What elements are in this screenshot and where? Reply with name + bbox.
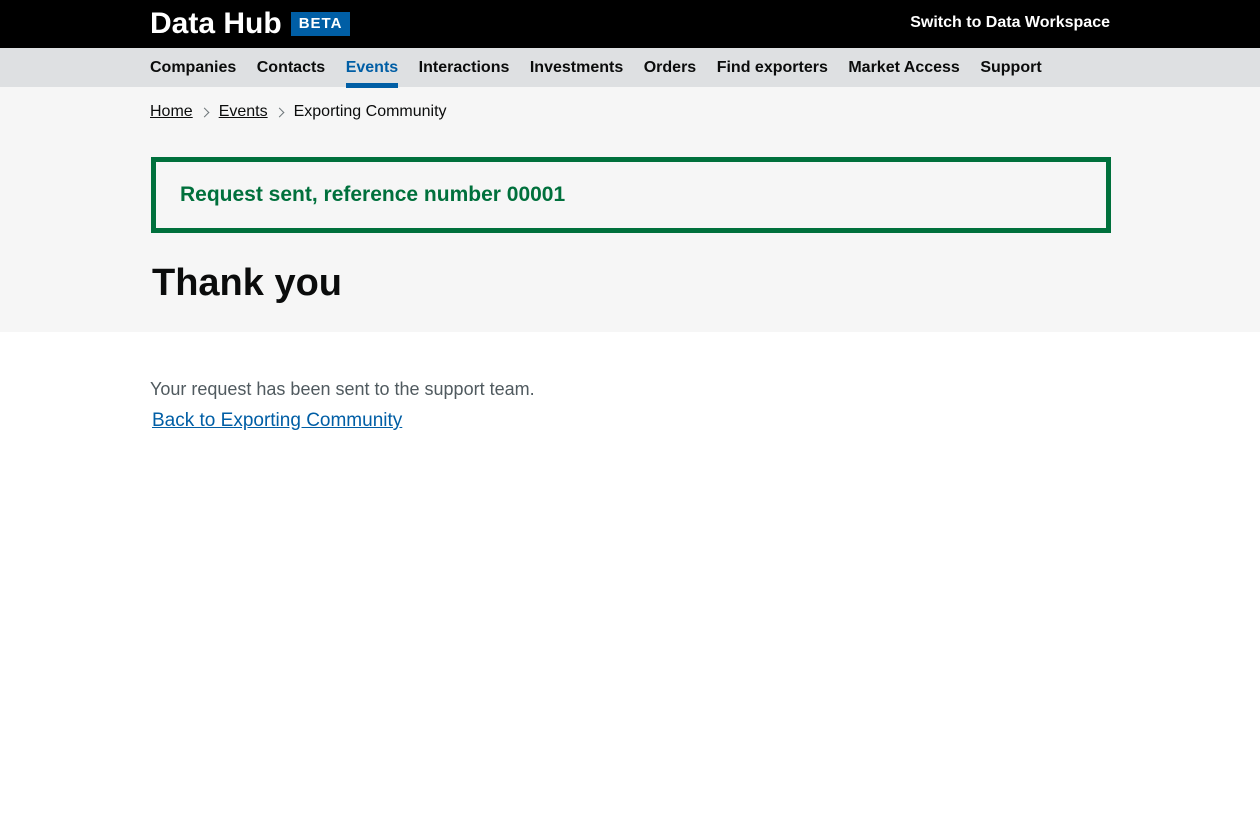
chevron-right-icon	[199, 107, 210, 117]
breadcrumb-events-link[interactable]: Events	[219, 103, 268, 121]
breadcrumb-home-link[interactable]: Home	[150, 103, 193, 121]
main-nav: Companies Contacts Events Interactions I…	[0, 48, 1260, 88]
site-header: Data Hub BETA Switch to Data Workspace	[0, 0, 1260, 48]
back-link[interactable]: Back to Exporting Community	[152, 409, 402, 433]
nav-item-contacts[interactable]: Contacts	[257, 48, 325, 87]
nav-item-investments[interactable]: Investments	[530, 48, 623, 87]
breadcrumb-current: Exporting Community	[293, 103, 447, 120]
main-content: Your request has been sent to the suppor…	[0, 332, 1260, 433]
nav-item-support[interactable]: Support	[980, 48, 1041, 87]
confirmation-text: Your request has been sent to the suppor…	[150, 379, 535, 399]
success-notification: Request sent, reference number 00001	[151, 157, 1111, 233]
success-message: Request sent, reference number 00001	[180, 183, 566, 206]
nav-item-companies[interactable]: Companies	[150, 48, 236, 87]
app-name-link[interactable]: Data Hub	[150, 7, 282, 41]
chevron-right-icon	[274, 107, 285, 117]
breadcrumb: Home Events Exporting Community	[150, 103, 447, 121]
nav-item-events[interactable]: Events	[345, 48, 399, 88]
brand: Data Hub BETA	[150, 7, 351, 41]
switch-workspace-link[interactable]: Switch to Data Workspace	[910, 14, 1110, 32]
page-heading-band: Home Events Exporting Community Request …	[0, 87, 1260, 332]
nav-item-market-access[interactable]: Market Access	[848, 48, 959, 87]
beta-badge: BETA	[290, 12, 351, 36]
nav-item-orders[interactable]: Orders	[644, 48, 696, 87]
nav-item-interactions[interactable]: Interactions	[419, 48, 510, 87]
page-title: Thank you	[152, 262, 343, 304]
nav-item-find-exporters[interactable]: Find exporters	[717, 48, 828, 87]
